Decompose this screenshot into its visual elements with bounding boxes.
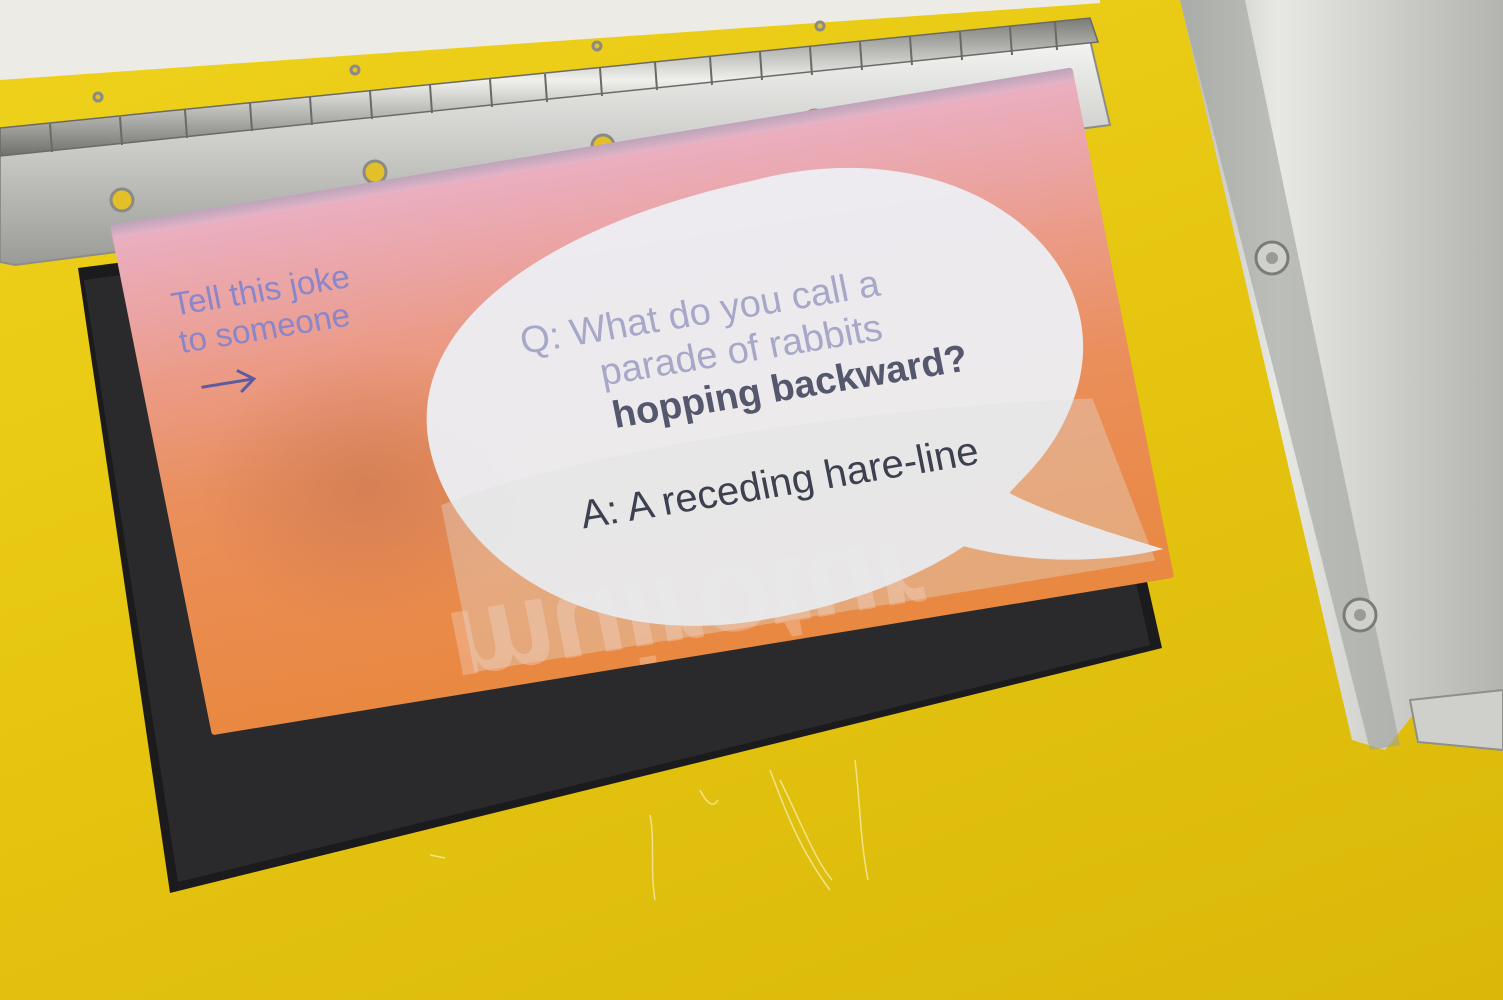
kiosk-scene: muirotur Tell this joke to someone Q: Wh…: [0, 0, 1503, 1000]
